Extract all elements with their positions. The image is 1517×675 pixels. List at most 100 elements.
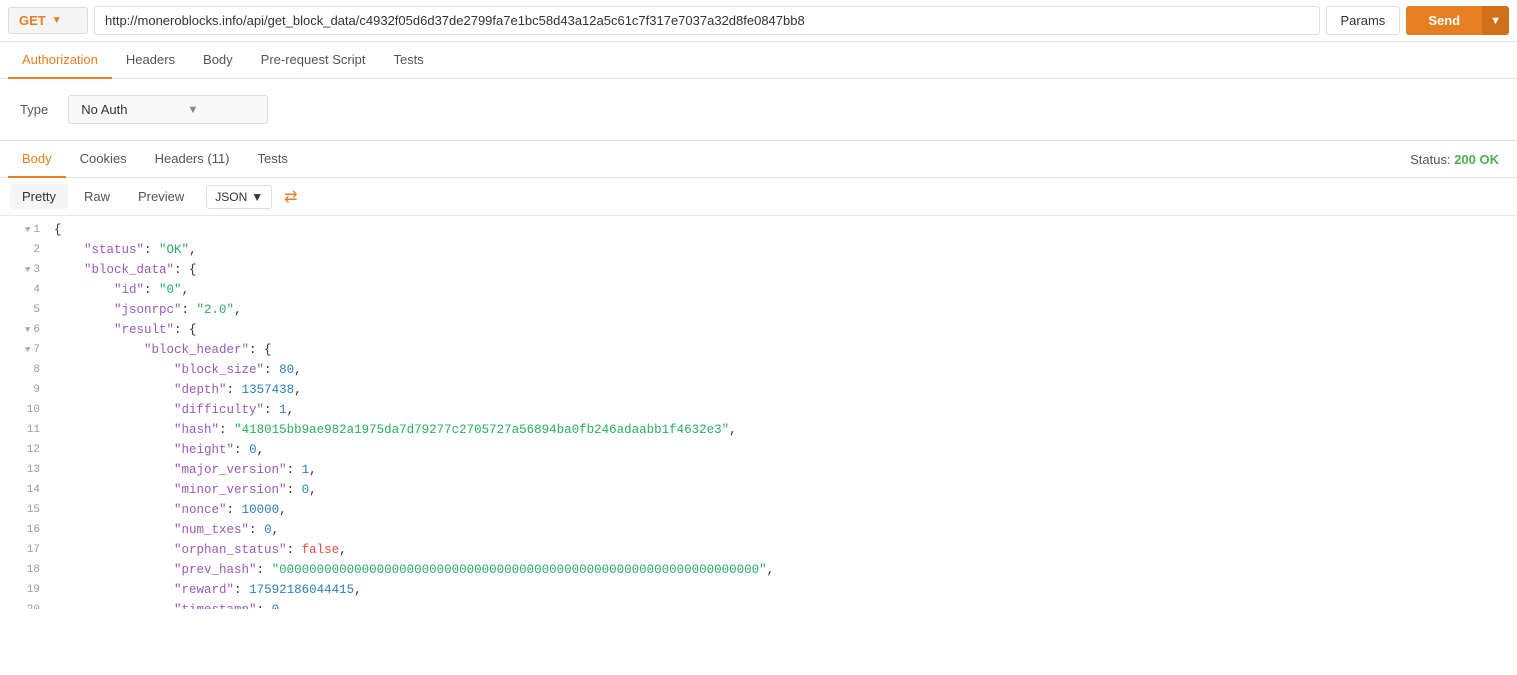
tab-tests-response[interactable]: Tests	[244, 141, 302, 178]
code-line-content: "id": "0",	[50, 280, 1517, 300]
tab-prerequest[interactable]: Pre-request Script	[247, 42, 380, 79]
collapse-arrow-icon[interactable]: ▼	[20, 220, 30, 240]
code-line-content: "reward": 17592186044415,	[50, 580, 1517, 600]
tab-body-request[interactable]: Body	[189, 42, 247, 79]
code-line-content: "jsonrpc": "2.0",	[50, 300, 1517, 320]
tab-cookies[interactable]: Cookies	[66, 141, 141, 178]
auth-select-chevron-icon: ▼	[187, 104, 198, 116]
line-number: 11	[0, 420, 50, 440]
tab-body-response[interactable]: Body	[8, 141, 66, 178]
code-line-content: "num_txes": 0,	[50, 520, 1517, 540]
code-line-content: "prev_hash": "00000000000000000000000000…	[50, 560, 1517, 580]
table-row: ▼1{	[0, 220, 1517, 240]
line-number: 9	[0, 380, 50, 400]
response-tabs: Body Cookies Headers (11) Tests Status: …	[0, 141, 1517, 178]
table-row: ▼6 "result": {	[0, 320, 1517, 340]
type-label: Type	[20, 102, 48, 117]
line-number: 15	[0, 500, 50, 520]
table-row: 4 "id": "0",	[0, 280, 1517, 300]
code-line-content: {	[50, 220, 1517, 240]
table-row: 10 "difficulty": 1,	[0, 400, 1517, 420]
table-row: 16 "num_txes": 0,	[0, 520, 1517, 540]
code-line-content: "block_data": {	[50, 260, 1517, 280]
send-btn-group: Send ▼	[1406, 6, 1509, 35]
collapse-arrow-icon[interactable]: ▼	[20, 320, 30, 340]
collapse-arrow-icon[interactable]: ▼	[20, 340, 30, 360]
method-chevron-icon: ▼	[52, 15, 62, 26]
line-number: 2	[0, 240, 50, 260]
table-row: 2 "status": "OK",	[0, 240, 1517, 260]
code-line-content: "minor_version": 0,	[50, 480, 1517, 500]
method-select[interactable]: GET ▼	[8, 7, 88, 34]
request-tabs: Authorization Headers Body Pre-request S…	[0, 42, 1517, 79]
table-row: ▼7 "block_header": {	[0, 340, 1517, 360]
line-number: 20	[0, 600, 50, 609]
viewer-tabs: Pretty Raw Preview JSON ▼ ⇄	[0, 178, 1517, 216]
code-line-content: "timestamp": 0	[50, 600, 1517, 609]
status-value: 200 OK	[1454, 152, 1499, 167]
code-line-content: "height": 0,	[50, 440, 1517, 460]
format-select[interactable]: JSON ▼	[206, 185, 272, 209]
code-line-content: "result": {	[50, 320, 1517, 340]
auth-section: Type No Auth ▼	[0, 79, 1517, 141]
line-number: 14	[0, 480, 50, 500]
wrap-icon[interactable]: ⇄	[284, 187, 297, 207]
table-row: 15 "nonce": 10000,	[0, 500, 1517, 520]
line-number: ▼7	[0, 340, 50, 360]
table-row: 13 "major_version": 1,	[0, 460, 1517, 480]
status-area: Status: 200 OK	[1410, 152, 1509, 167]
table-row: 5 "jsonrpc": "2.0",	[0, 300, 1517, 320]
send-button[interactable]: Send	[1406, 6, 1482, 35]
line-number: 16	[0, 520, 50, 540]
code-line-content: "block_size": 80,	[50, 360, 1517, 380]
viewer-tab-raw[interactable]: Raw	[72, 184, 122, 209]
tab-tests-request[interactable]: Tests	[379, 42, 437, 79]
line-number: ▼6	[0, 320, 50, 340]
table-row: 12 "height": 0,	[0, 440, 1517, 460]
code-line-content: "orphan_status": false,	[50, 540, 1517, 560]
table-row: 17 "orphan_status": false,	[0, 540, 1517, 560]
line-number: 19	[0, 580, 50, 600]
params-button[interactable]: Params	[1326, 6, 1401, 35]
line-number: ▼3	[0, 260, 50, 280]
table-row: ▼3 "block_data": {	[0, 260, 1517, 280]
line-number: 10	[0, 400, 50, 420]
collapse-arrow-icon[interactable]: ▼	[20, 260, 30, 280]
code-line-content: "difficulty": 1,	[50, 400, 1517, 420]
top-bar: GET ▼ Params Send ▼	[0, 0, 1517, 42]
table-row: 19 "reward": 17592186044415,	[0, 580, 1517, 600]
code-line-content: "hash": "418015bb9ae982a1975da7d79277c27…	[50, 420, 1517, 440]
line-number: 18	[0, 560, 50, 580]
table-row: 20 "timestamp": 0	[0, 600, 1517, 609]
line-number: 8	[0, 360, 50, 380]
tab-authorization[interactable]: Authorization	[8, 42, 112, 79]
line-number: 5	[0, 300, 50, 320]
table-row: 18 "prev_hash": "00000000000000000000000…	[0, 560, 1517, 580]
code-line-content: "block_header": {	[50, 340, 1517, 360]
code-line-content: "status": "OK",	[50, 240, 1517, 260]
format-chevron-icon: ▼	[251, 190, 263, 204]
viewer-tab-preview[interactable]: Preview	[126, 184, 196, 209]
code-line-content: "nonce": 10000,	[50, 500, 1517, 520]
code-line-content: "depth": 1357438,	[50, 380, 1517, 400]
status-label: Status:	[1410, 152, 1450, 167]
send-dropdown-button[interactable]: ▼	[1482, 6, 1509, 35]
table-row: 14 "minor_version": 0,	[0, 480, 1517, 500]
tab-headers-response[interactable]: Headers (11)	[141, 141, 244, 178]
line-number: 17	[0, 540, 50, 560]
code-line-content: "major_version": 1,	[50, 460, 1517, 480]
line-number: ▼1	[0, 220, 50, 240]
method-label: GET	[19, 13, 46, 28]
table-row: 8 "block_size": 80,	[0, 360, 1517, 380]
url-input[interactable]	[94, 6, 1320, 35]
line-number: 4	[0, 280, 50, 300]
auth-select-value: No Auth	[81, 102, 127, 117]
line-number: 13	[0, 460, 50, 480]
tab-headers[interactable]: Headers	[112, 42, 189, 79]
table-row: 11 "hash": "418015bb9ae982a1975da7d79277…	[0, 420, 1517, 440]
viewer-tab-pretty[interactable]: Pretty	[10, 184, 68, 209]
auth-type-select[interactable]: No Auth ▼	[68, 95, 268, 124]
code-area: ▼1{2 "status": "OK",▼3 "block_data": {4 …	[0, 216, 1517, 609]
table-row: 9 "depth": 1357438,	[0, 380, 1517, 400]
format-label: JSON	[215, 190, 247, 204]
